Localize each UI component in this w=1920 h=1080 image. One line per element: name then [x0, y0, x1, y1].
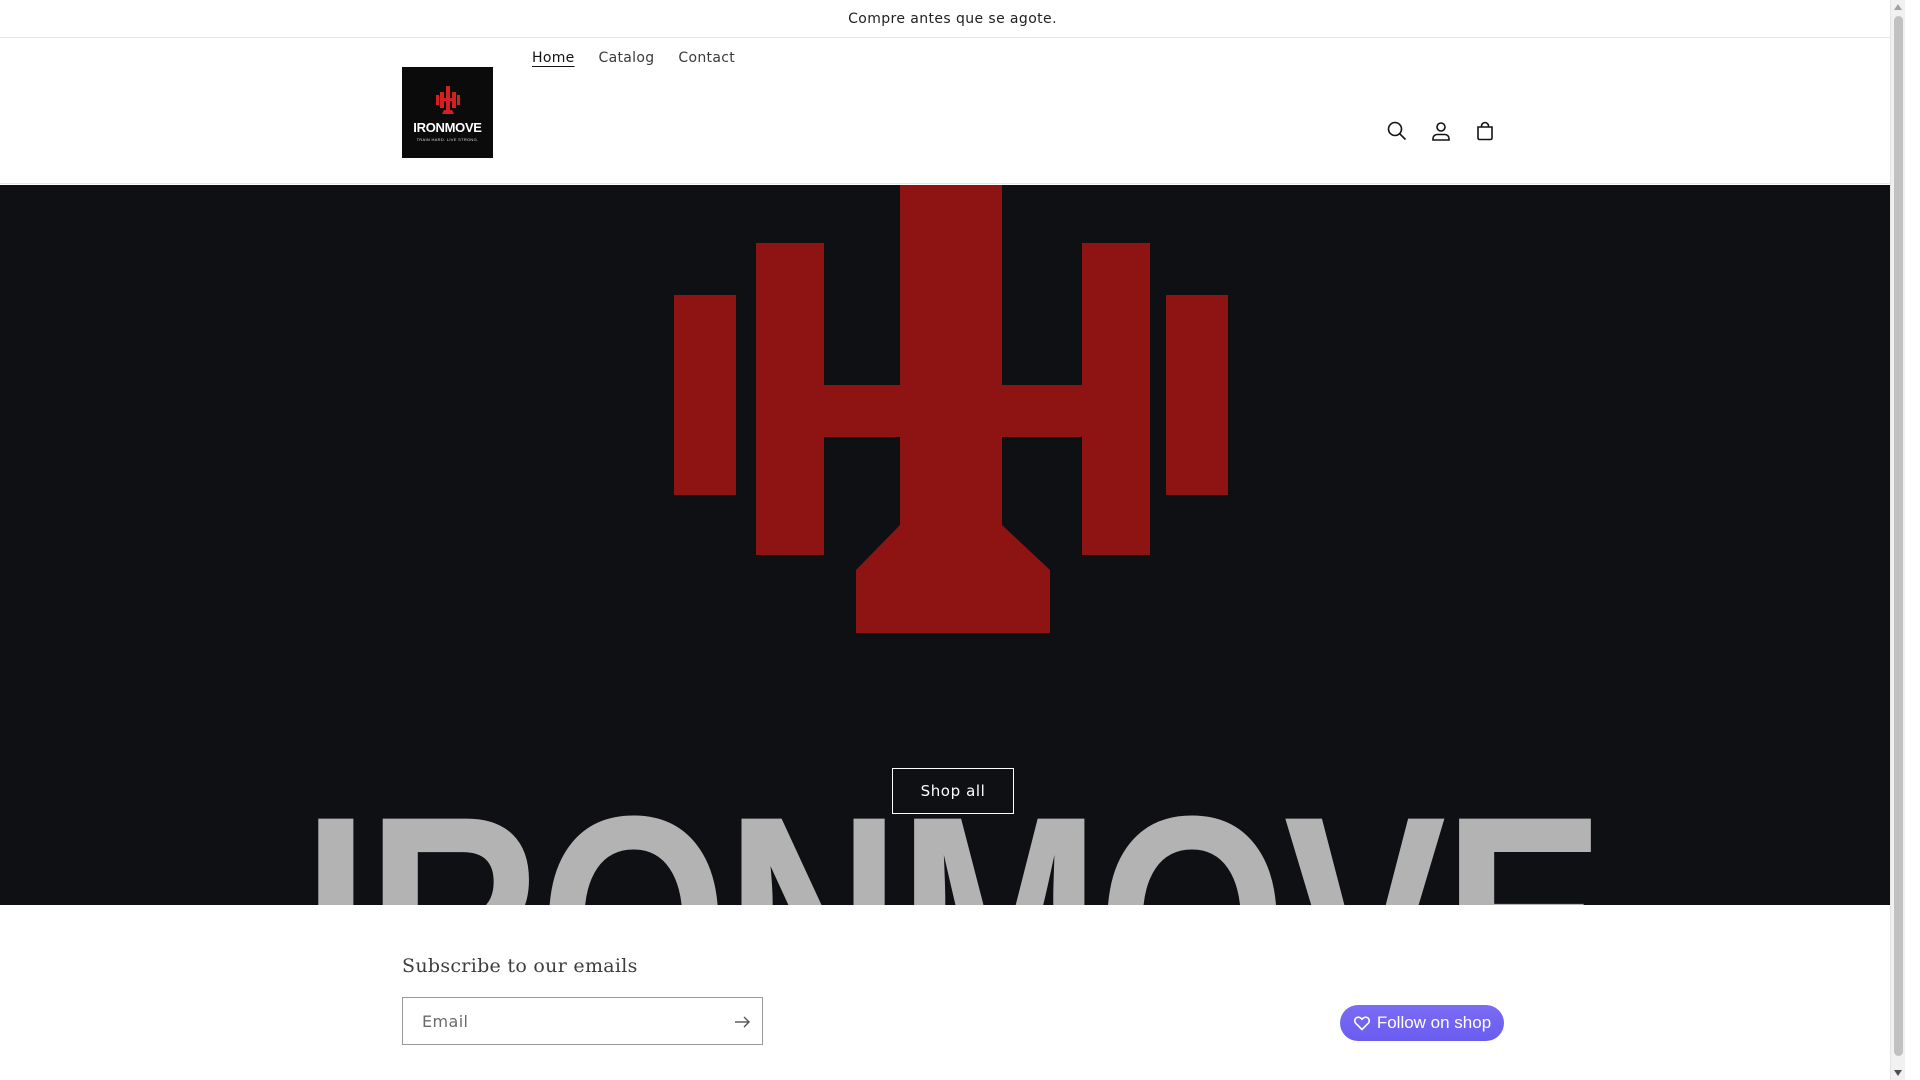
logo-tagline: TRAIN HARD. LIVE STRONG.: [416, 136, 479, 142]
hero-banner: IRONMOVE Shop all: [0, 185, 1905, 905]
email-form: [402, 997, 763, 1045]
follow-on-shop-button[interactable]: Follow on shop: [1340, 1005, 1504, 1041]
dumbbell-logo-icon: [435, 85, 460, 114]
email-input[interactable]: [403, 1011, 703, 1031]
announcement-text: Compre antes que se agote.: [848, 10, 1057, 27]
nav-contact[interactable]: Contact: [666, 48, 747, 138]
cart-button[interactable]: [1463, 109, 1507, 153]
announcement-bar: Compre antes que se agote.: [0, 0, 1905, 38]
scroll-down-arrow-icon[interactable]: [1894, 1070, 1902, 1076]
site-header: IRONMOVE TRAIN HARD. LIVE STRONG. Home C…: [0, 38, 1905, 184]
store-logo[interactable]: IRONMOVE TRAIN HARD. LIVE STRONG.: [402, 67, 493, 158]
scroll-up-arrow-icon[interactable]: [1894, 4, 1902, 10]
scrollbar-thumb[interactable]: [1894, 16, 1903, 1056]
logo-wordmark: IRONMOVE: [413, 119, 482, 135]
nav-home[interactable]: Home: [520, 48, 587, 138]
nav-catalog[interactable]: Catalog: [587, 48, 667, 138]
heart-icon: [1353, 1016, 1370, 1031]
account-button[interactable]: [1419, 109, 1463, 153]
newsletter-heading: Subscribe to our emails: [402, 955, 638, 977]
search-icon: [1387, 121, 1407, 141]
page: Compre antes que se agote. IRONMOVE TRAI…: [0, 0, 1905, 1080]
arrow-right-icon: [735, 1016, 750, 1028]
cart-icon: [1477, 121, 1493, 141]
email-submit-button[interactable]: [730, 1010, 754, 1034]
search-button[interactable]: [1375, 109, 1419, 153]
account-icon: [1432, 122, 1450, 141]
shop-all-button[interactable]: Shop all: [892, 768, 1014, 814]
newsletter-section: Subscribe to our emails: [402, 955, 638, 977]
header-icons: [1375, 121, 1507, 153]
follow-label: Follow on shop: [1376, 1013, 1492, 1032]
page-scrollbar[interactable]: [1890, 0, 1905, 1080]
